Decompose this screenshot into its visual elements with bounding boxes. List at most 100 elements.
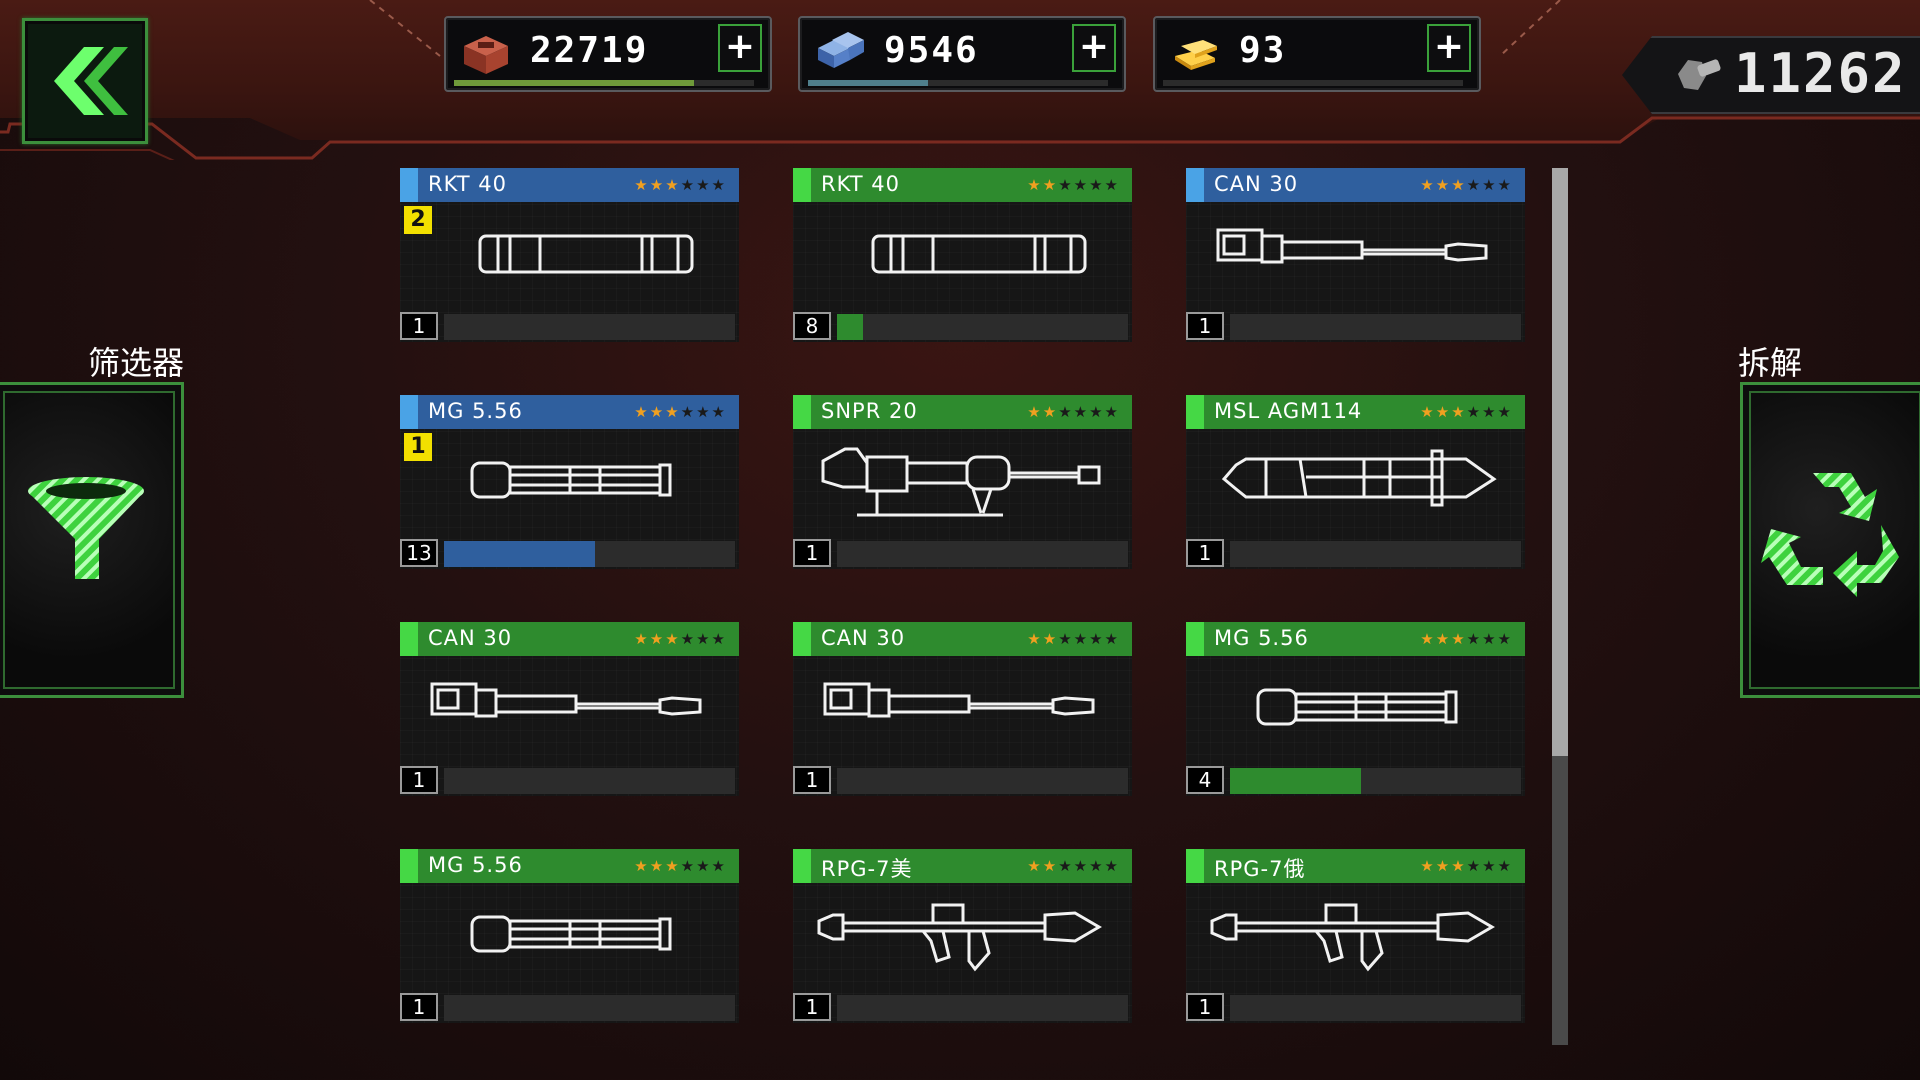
scrollbar[interactable] bbox=[1552, 168, 1568, 1045]
star-empty-icon: ★ bbox=[1058, 403, 1074, 421]
rarity-accent bbox=[793, 395, 811, 429]
weapon-title-bar: SNPR 20 ★★★★★★ bbox=[793, 395, 1132, 429]
weapon-name: MG 5.56 bbox=[1214, 626, 1309, 650]
weapon-card[interactable]: RKT 40 ★★★★★★ 8 bbox=[793, 168, 1132, 342]
star-rating: ★★★★★★ bbox=[1420, 630, 1513, 648]
rarity-accent bbox=[793, 622, 811, 656]
filter-label: 筛选器 bbox=[88, 344, 185, 382]
star-empty-icon: ★ bbox=[1089, 403, 1105, 421]
star-filled-icon: ★ bbox=[1027, 403, 1043, 421]
minigun-icon bbox=[1206, 664, 1505, 750]
rocket-pod-icon bbox=[813, 210, 1112, 296]
weapon-title-bar: RKT 40 ★★★★★★ bbox=[400, 168, 739, 202]
star-empty-icon: ★ bbox=[1497, 403, 1513, 421]
weapon-card[interactable]: MG 5.56 ★★★★★★ 1 bbox=[400, 849, 739, 1023]
star-empty-icon: ★ bbox=[1482, 630, 1498, 648]
rarity-accent bbox=[400, 849, 418, 883]
weapon-card[interactable]: SNPR 20 ★★★★★★ 1 bbox=[793, 395, 1132, 569]
star-filled-icon: ★ bbox=[649, 176, 666, 194]
star-rating: ★★★★★★ bbox=[634, 176, 727, 194]
add-resource-button[interactable]: + bbox=[1427, 24, 1471, 72]
weapon-card[interactable]: MG 5.56 ★★★★★★ 4 bbox=[1186, 622, 1525, 796]
funnel-icon bbox=[28, 477, 144, 579]
star-empty-icon: ★ bbox=[1466, 176, 1483, 194]
upgrade-progress-fill bbox=[444, 541, 596, 567]
rarity-accent bbox=[400, 622, 418, 656]
weapon-card[interactable]: MG 5.56 ★★★★★★ 1 13 bbox=[400, 395, 739, 569]
star-rating: ★★★★★★ bbox=[1420, 176, 1513, 194]
weapon-title-bar: MG 5.56 ★★★★★★ bbox=[400, 849, 739, 883]
star-rating: ★★★★★★ bbox=[1027, 176, 1120, 194]
rarity-accent bbox=[1186, 622, 1204, 656]
star-empty-icon: ★ bbox=[1497, 857, 1513, 875]
star-rating: ★★★★★★ bbox=[1420, 403, 1513, 421]
upgrade-progress-bar bbox=[837, 995, 1128, 1021]
star-filled-icon: ★ bbox=[1435, 630, 1452, 648]
rarity-accent bbox=[1186, 849, 1204, 883]
recycle-icon bbox=[1761, 473, 1899, 597]
upgrade-progress-bar bbox=[444, 995, 735, 1021]
star-empty-icon: ★ bbox=[1482, 403, 1498, 421]
star-filled-icon: ★ bbox=[1420, 176, 1436, 194]
star-filled-icon: ★ bbox=[1420, 403, 1436, 421]
star-filled-icon: ★ bbox=[1042, 403, 1059, 421]
blue-crates-icon bbox=[814, 28, 866, 76]
star-filled-icon: ★ bbox=[1042, 857, 1059, 875]
weapon-card[interactable]: RKT 40 ★★★★★★ 2 1 bbox=[400, 168, 739, 342]
star-filled-icon: ★ bbox=[634, 403, 650, 421]
upgrade-progress-bar bbox=[837, 314, 1128, 340]
weapon-card[interactable]: CAN 30 ★★★★★★ 1 bbox=[793, 622, 1132, 796]
weapon-name: CAN 30 bbox=[1214, 172, 1299, 196]
weapon-card[interactable]: RPG-7美 ★★★★★★ 1 bbox=[793, 849, 1132, 1023]
star-empty-icon: ★ bbox=[696, 176, 712, 194]
chevron-left-icon bbox=[54, 47, 128, 115]
star-empty-icon: ★ bbox=[1089, 630, 1105, 648]
upgrade-progress-bar bbox=[837, 541, 1128, 567]
upgrade-progress-bar bbox=[1230, 768, 1521, 794]
star-filled-icon: ★ bbox=[634, 176, 650, 194]
add-resource-button[interactable]: + bbox=[1072, 24, 1116, 72]
weapon-name: MSL AGM114 bbox=[1214, 399, 1363, 423]
star-filled-icon: ★ bbox=[1420, 857, 1436, 875]
filter-button[interactable] bbox=[0, 382, 184, 698]
upgrade-progress-bar bbox=[1230, 995, 1521, 1021]
star-empty-icon: ★ bbox=[680, 176, 697, 194]
weapon-count: 1 bbox=[400, 312, 438, 340]
star-rating: ★★★★★★ bbox=[1027, 857, 1120, 875]
resource-counter: 22719 + bbox=[444, 16, 772, 92]
weapon-name: RPG-7俄 bbox=[1214, 857, 1306, 881]
star-rating: ★★★★★★ bbox=[1420, 857, 1513, 875]
star-empty-icon: ★ bbox=[1073, 857, 1090, 875]
star-rating: ★★★★★★ bbox=[634, 630, 727, 648]
add-resource-button[interactable]: + bbox=[718, 24, 762, 72]
weapon-title-bar: RKT 40 ★★★★★★ bbox=[793, 168, 1132, 202]
weapon-card[interactable]: RPG-7俄 ★★★★★★ 1 bbox=[1186, 849, 1525, 1023]
resource-counter: 9546 + bbox=[798, 16, 1126, 92]
weapon-name: RPG-7美 bbox=[821, 857, 913, 881]
rpg-icon bbox=[813, 891, 1112, 977]
scrollbar-thumb[interactable] bbox=[1552, 168, 1568, 756]
rpg-icon bbox=[1206, 891, 1505, 977]
gold-bars-icon bbox=[1169, 28, 1221, 76]
cannon-icon bbox=[1206, 210, 1505, 296]
cannon-icon bbox=[420, 664, 719, 750]
weapon-card[interactable]: MSL AGM114 ★★★★★★ 1 bbox=[1186, 395, 1525, 569]
star-filled-icon: ★ bbox=[1451, 176, 1467, 194]
star-empty-icon: ★ bbox=[711, 857, 727, 875]
upgrade-progress-bar bbox=[444, 314, 735, 340]
dismantle-button[interactable] bbox=[1740, 382, 1920, 698]
star-empty-icon: ★ bbox=[680, 630, 697, 648]
bolt-counter: 11262 bbox=[1622, 36, 1920, 114]
star-empty-icon: ★ bbox=[1104, 630, 1120, 648]
star-filled-icon: ★ bbox=[634, 630, 650, 648]
resource-counter: 93 + bbox=[1153, 16, 1481, 92]
star-filled-icon: ★ bbox=[649, 857, 666, 875]
rarity-accent bbox=[793, 168, 811, 202]
weapon-card[interactable]: CAN 30 ★★★★★★ 1 bbox=[1186, 168, 1525, 342]
back-button[interactable] bbox=[22, 18, 148, 144]
star-empty-icon: ★ bbox=[696, 857, 712, 875]
upgrade-progress-bar bbox=[1230, 541, 1521, 567]
weapon-card[interactable]: CAN 30 ★★★★★★ 1 bbox=[400, 622, 739, 796]
star-filled-icon: ★ bbox=[1027, 176, 1043, 194]
weapon-name: RKT 40 bbox=[821, 172, 900, 196]
